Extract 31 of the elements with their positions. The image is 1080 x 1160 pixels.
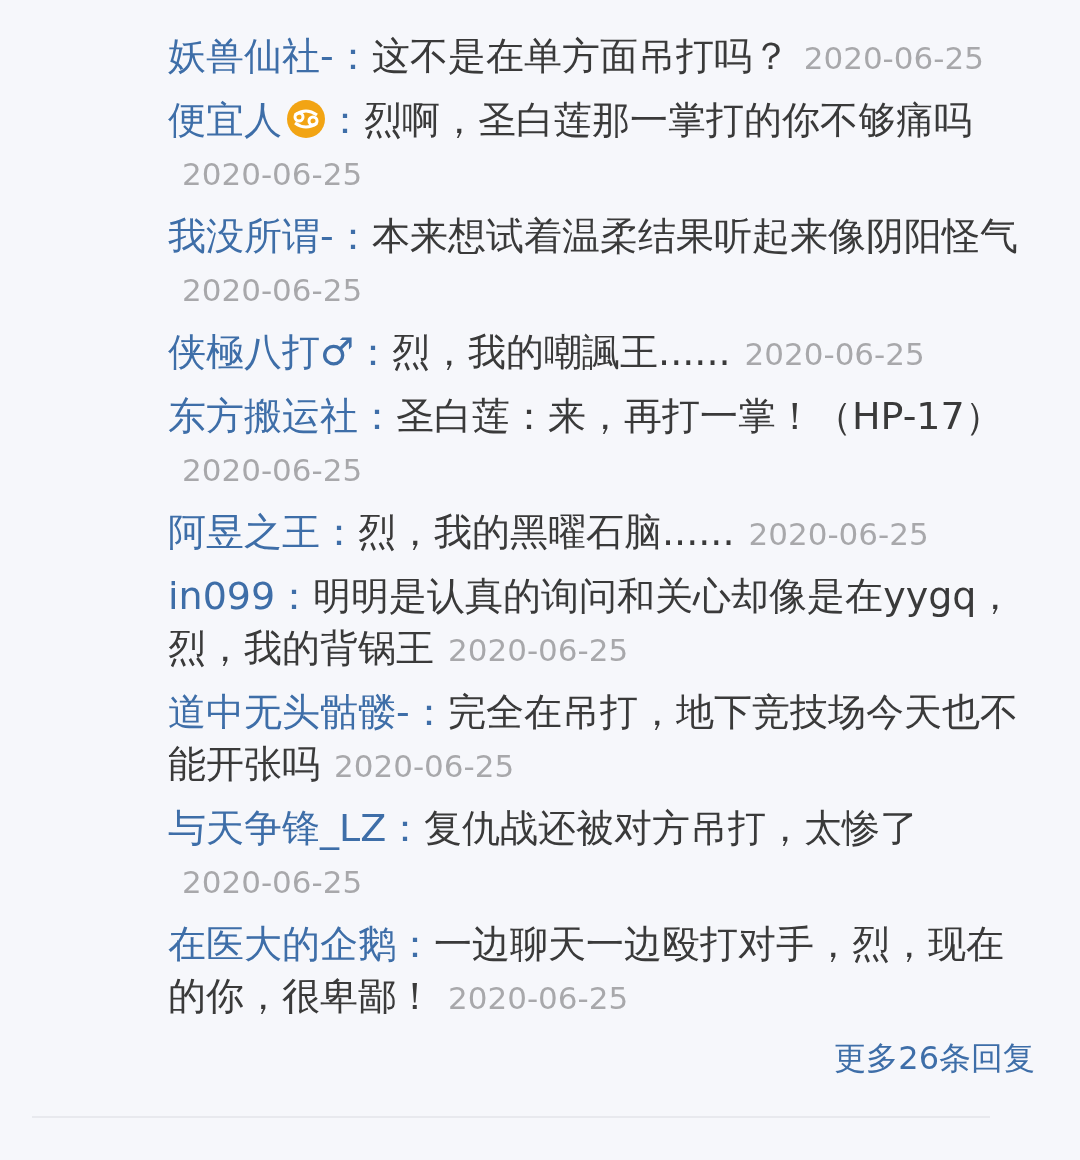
reply-text: 与天争锋_LZ：复仇战还被对方吊打，太惨了 2020-06-25 xyxy=(168,805,920,902)
reply-date: 2020-06-25 xyxy=(182,864,363,900)
reply-date: 2020-06-25 xyxy=(182,272,363,308)
reply-text: 东方搬运社：圣白莲：来，再打一掌！（HP-17） 2020-06-25 xyxy=(168,393,1004,490)
user-name-link[interactable]: 妖兽仙社- xyxy=(168,34,334,78)
user-name-link[interactable]: 便宜人 xyxy=(168,98,282,142)
user-name-link[interactable]: 侠極八打♂ xyxy=(168,330,355,374)
user-name-link[interactable]: 我没所谓- xyxy=(168,214,334,258)
reply-date: 2020-06-25 xyxy=(182,452,363,488)
reply-text: in099：明明是认真的询问和关心却像是在yygq，烈，我的背锅王 2020-06-25 xyxy=(168,573,1016,672)
reply-date: 2020-06-25 xyxy=(448,632,629,668)
user-name-link[interactable]: 阿昱之王 xyxy=(168,510,320,554)
user-name-link[interactable]: in099 xyxy=(168,574,276,618)
reply-text: 侠極八打♂：烈，我的嘲諷王...... 2020-06-25 xyxy=(168,329,926,376)
reply-text: 妖兽仙社-：这不是在单方面吊打吗？ 2020-06-25 xyxy=(168,33,985,80)
user-name-link[interactable]: 在医大的企鹅 xyxy=(168,922,396,966)
reply-text: 道中无头骷髅-：完全在吊打，地下竞技场今天也不能开张吗 2020-06-25 xyxy=(168,689,1019,788)
user-name-link[interactable]: 东方搬运社 xyxy=(168,394,358,438)
reply-date: 2020-06-25 xyxy=(748,516,929,552)
reply-text: 阿昱之王：烈，我的黑曜石脑...... 2020-06-25 xyxy=(168,509,930,556)
reply-date: 2020-06-25 xyxy=(448,980,629,1016)
more-replies-link[interactable]: 更多26条回复 xyxy=(834,1038,1035,1078)
reply-text: 便宜人 ：烈啊，圣白莲那一掌打的你不够痛吗 2020-06-25 xyxy=(168,97,973,194)
reply-text: 在医大的企鹅：一边聊天一边殴打对手，烈，现在的你，很卑鄙！ 2020-06-25 xyxy=(168,921,1005,1020)
reply-date: 2020-06-25 xyxy=(182,156,363,192)
reply-text: 我没所谓-：本来想试着温柔结果听起来像阴阳怪气 2020-06-25 xyxy=(168,213,1019,310)
reply-date: 2020-06-25 xyxy=(334,748,515,784)
reply-date: 2020-06-25 xyxy=(803,40,984,76)
user-name-link[interactable]: 与天争锋_LZ xyxy=(168,806,387,850)
user-name-link[interactable]: 道中无头骷髅- xyxy=(168,690,410,734)
reply-date: 2020-06-25 xyxy=(744,336,925,372)
